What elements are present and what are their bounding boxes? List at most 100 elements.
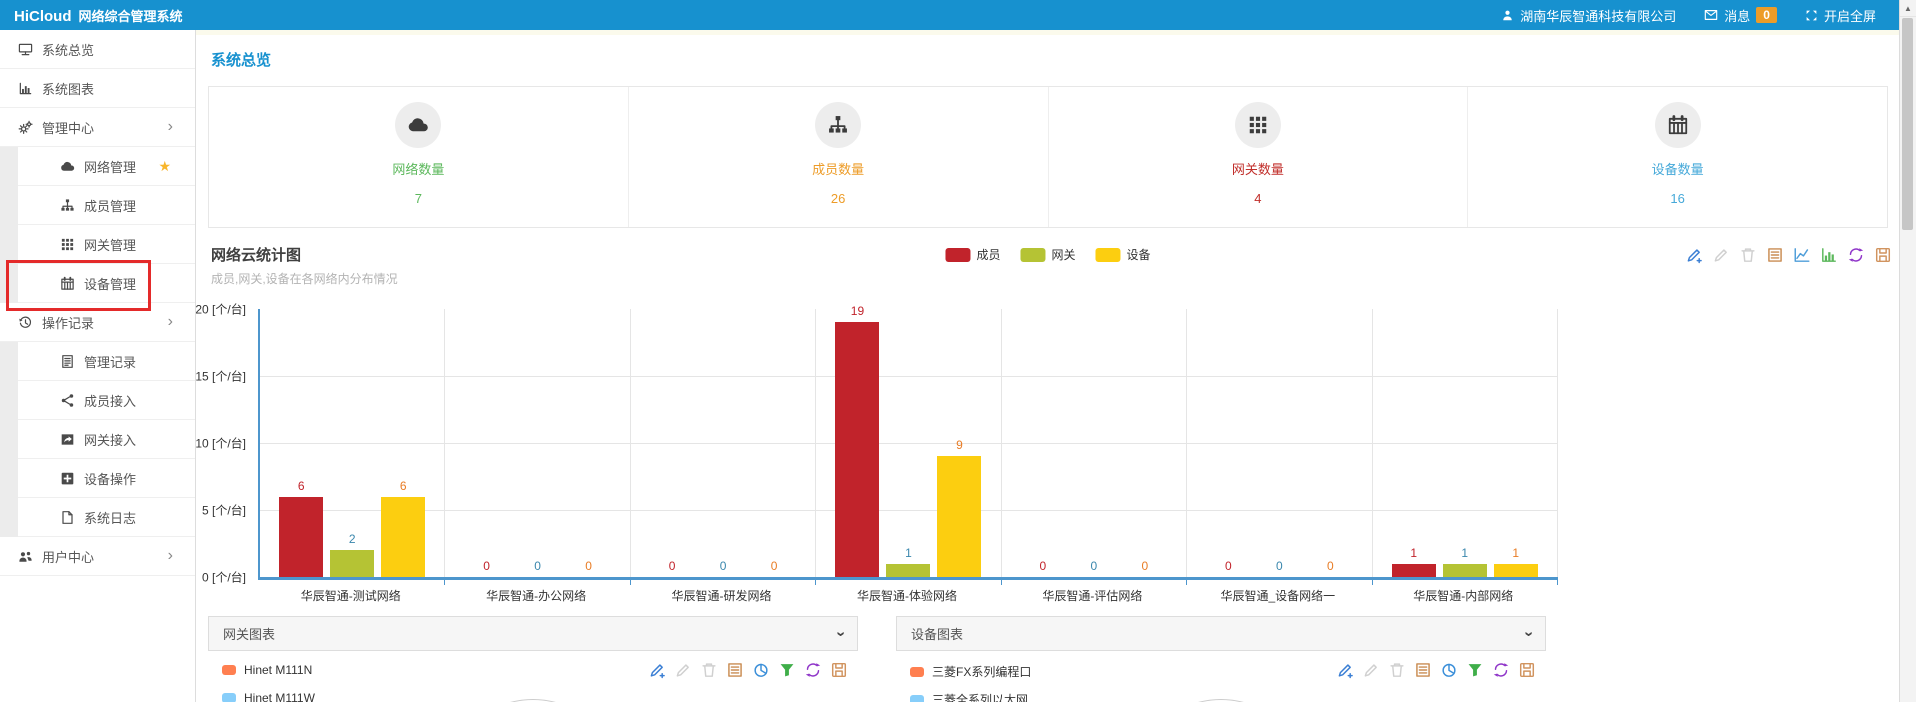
data-view-icon[interactable] <box>1414 661 1432 679</box>
sidebar-item-system-charts[interactable]: 系统图表 <box>0 69 195 108</box>
sidebar-item-label: 成员接入 <box>84 391 136 410</box>
sidebar-item-device-operation[interactable]: 设备操作 <box>0 459 195 498</box>
device-panel-header[interactable]: 设备图表 › <box>896 616 1546 651</box>
company-account[interactable]: 湖南华辰智通科技有限公司 <box>1501 6 1676 25</box>
unmark-pencil-icon[interactable] <box>674 661 692 679</box>
stats-summary-panel: 网络数量7成员数量26网关数量4设备数量16 <box>208 86 1888 228</box>
clear-trash-icon[interactable] <box>1388 661 1406 679</box>
sidebar-item-label: 网关接入 <box>84 430 136 449</box>
favorite-star-icon: ★ <box>158 158 171 175</box>
pie-legend-marker <box>910 695 924 702</box>
bar-chart-icon[interactable] <box>1820 246 1838 264</box>
stat-icon-circle <box>1655 102 1701 148</box>
pie-legend-marker <box>222 665 236 675</box>
bar-value-label: 1 <box>874 546 942 560</box>
pie-legend-item[interactable]: Hinet M111W <box>222 691 315 702</box>
chevron-right-icon: › <box>168 119 173 135</box>
bar-group-column: 19 <box>835 309 879 577</box>
scrollbar-up-arrow[interactable]: ▲ <box>1900 0 1916 17</box>
stat-value: 16 <box>1670 191 1684 206</box>
pie-chart-icon[interactable] <box>1440 661 1458 679</box>
sidebar-item-network-management[interactable]: 网络管理★ <box>0 147 195 186</box>
bar-group-column: 0 <box>1072 309 1116 577</box>
sidebar-item-gateway-access[interactable]: 网关接入 <box>0 420 195 459</box>
bar-gateway <box>330 550 374 577</box>
pie-chart-icon[interactable] <box>752 661 770 679</box>
pie-legend-label: Hinet M111W <box>244 691 315 702</box>
sidebar-item-gateway-management[interactable]: 网关管理 <box>0 225 195 264</box>
chart-category-slot: 000 <box>445 309 630 577</box>
bar-gateway <box>1443 564 1487 577</box>
sidebar-item-member-management[interactable]: 成员管理 <box>0 186 195 225</box>
bar-group-column: 0 <box>1257 309 1301 577</box>
legend-item-gateway[interactable]: 网关 <box>1020 246 1075 263</box>
sidebar-item-label: 网关管理 <box>84 235 136 254</box>
vertical-scrollbar[interactable]: ▲ <box>1899 0 1916 702</box>
refresh-icon[interactable] <box>1847 246 1865 264</box>
panel-toolbox <box>1336 661 1536 679</box>
mark-pencil-icon[interactable] <box>1336 661 1354 679</box>
sidebar-item-operation-records[interactable]: 操作记录› <box>0 303 195 342</box>
chevron-down-icon[interactable]: › <box>831 631 849 636</box>
sidebar-item-system-logs[interactable]: 系统日志 <box>0 498 195 537</box>
bar-group-column: 0 <box>1206 309 1250 577</box>
x-axis-category-label: 华辰智通-内部网络 <box>1371 587 1556 604</box>
funnel-icon[interactable] <box>1466 661 1484 679</box>
sidebar-item-management-center[interactable]: 管理中心 › <box>0 108 195 147</box>
sidebar-item-member-access[interactable]: 成员接入 <box>0 381 195 420</box>
pie-legend-marker <box>910 667 924 677</box>
sidebar-item-system-overview[interactable]: 系统总览 <box>0 30 195 69</box>
stat-value: 4 <box>1254 191 1261 206</box>
data-view-icon[interactable] <box>726 661 744 679</box>
funnel-icon[interactable] <box>778 661 796 679</box>
messages-button[interactable]: 消息 0 <box>1704 6 1777 25</box>
mark-pencil-icon[interactable] <box>1685 246 1703 264</box>
sidebar-item-label: 管理中心 <box>42 118 94 137</box>
bar-device <box>381 497 425 577</box>
sidebar-item-user-center[interactable]: 用户中心› <box>0 537 195 576</box>
users-icon <box>18 549 33 564</box>
bar-member <box>1392 564 1436 577</box>
gateway-panel-header[interactable]: 网关图表 › <box>208 616 858 651</box>
y-axis-label: 20 [个/台] <box>196 301 246 318</box>
scrollbar-thumb[interactable] <box>1902 18 1913 230</box>
unmark-pencil-icon[interactable] <box>1362 661 1380 679</box>
messages-label: 消息 <box>1724 6 1750 25</box>
stat-icon-circle <box>395 102 441 148</box>
save-image-icon[interactable] <box>1874 246 1892 264</box>
bar-group-column: 0 <box>516 309 560 577</box>
brand-name: HiCloud <box>14 8 72 25</box>
pie-legend-item[interactable]: 三菱全系列以太网 <box>910 691 1028 702</box>
mark-pencil-icon[interactable] <box>648 661 666 679</box>
pie-legend-item[interactable]: Hinet M111N <box>222 663 312 677</box>
line-chart-icon[interactable] <box>1793 246 1811 264</box>
pie-legend-label: 三菱FX系列编程口 <box>932 663 1031 680</box>
clear-trash-icon[interactable] <box>700 661 718 679</box>
save-image-icon[interactable] <box>1518 661 1536 679</box>
x-axis-category-label: 华辰智通-测试网络 <box>258 587 443 604</box>
unmark-pencil-icon[interactable] <box>1712 246 1730 264</box>
x-axis-category-label: 华辰智通_设备网络一 <box>1185 587 1370 604</box>
sidebar-item-management-records[interactable]: 管理记录 <box>0 342 195 381</box>
sidebar-item-label: 设备管理 <box>84 274 136 293</box>
y-axis-labels: 20 [个/台]15 [个/台]10 [个/台]5 [个/台]0 [个/台] <box>196 309 252 577</box>
legend-item-device[interactable]: 设备 <box>1096 246 1151 263</box>
bar-chart-plot: 6260000001919000000111 <box>258 309 1558 580</box>
topbar-right: 湖南华辰智通科技有限公司 消息 0 开启全屏 <box>1501 6 1876 25</box>
stat-label: 网络数量 <box>392 159 444 178</box>
fullscreen-button[interactable]: 开启全屏 <box>1805 6 1876 25</box>
pie-legend-item[interactable]: 三菱FX系列编程口 <box>910 663 1031 680</box>
chevron-down-icon[interactable]: › <box>1519 631 1537 636</box>
refresh-icon[interactable] <box>1492 661 1510 679</box>
clear-trash-icon[interactable] <box>1739 246 1757 264</box>
save-image-icon[interactable] <box>830 661 848 679</box>
gateway-chart-panel: 网关图表 › Hinet M111N Hinet M111W <box>208 616 858 702</box>
bar-value-label: 6 <box>369 479 437 493</box>
legend-item-member[interactable]: 成员 <box>945 246 1000 263</box>
refresh-icon[interactable] <box>804 661 822 679</box>
app-brand: HiCloud 网络综合管理系统 <box>14 6 183 25</box>
data-view-icon[interactable] <box>1766 246 1784 264</box>
bar-group-column: 1 <box>1494 309 1538 577</box>
sidebar-item-device-management[interactable]: 设备管理 <box>0 264 195 303</box>
grid-icon <box>60 237 75 252</box>
